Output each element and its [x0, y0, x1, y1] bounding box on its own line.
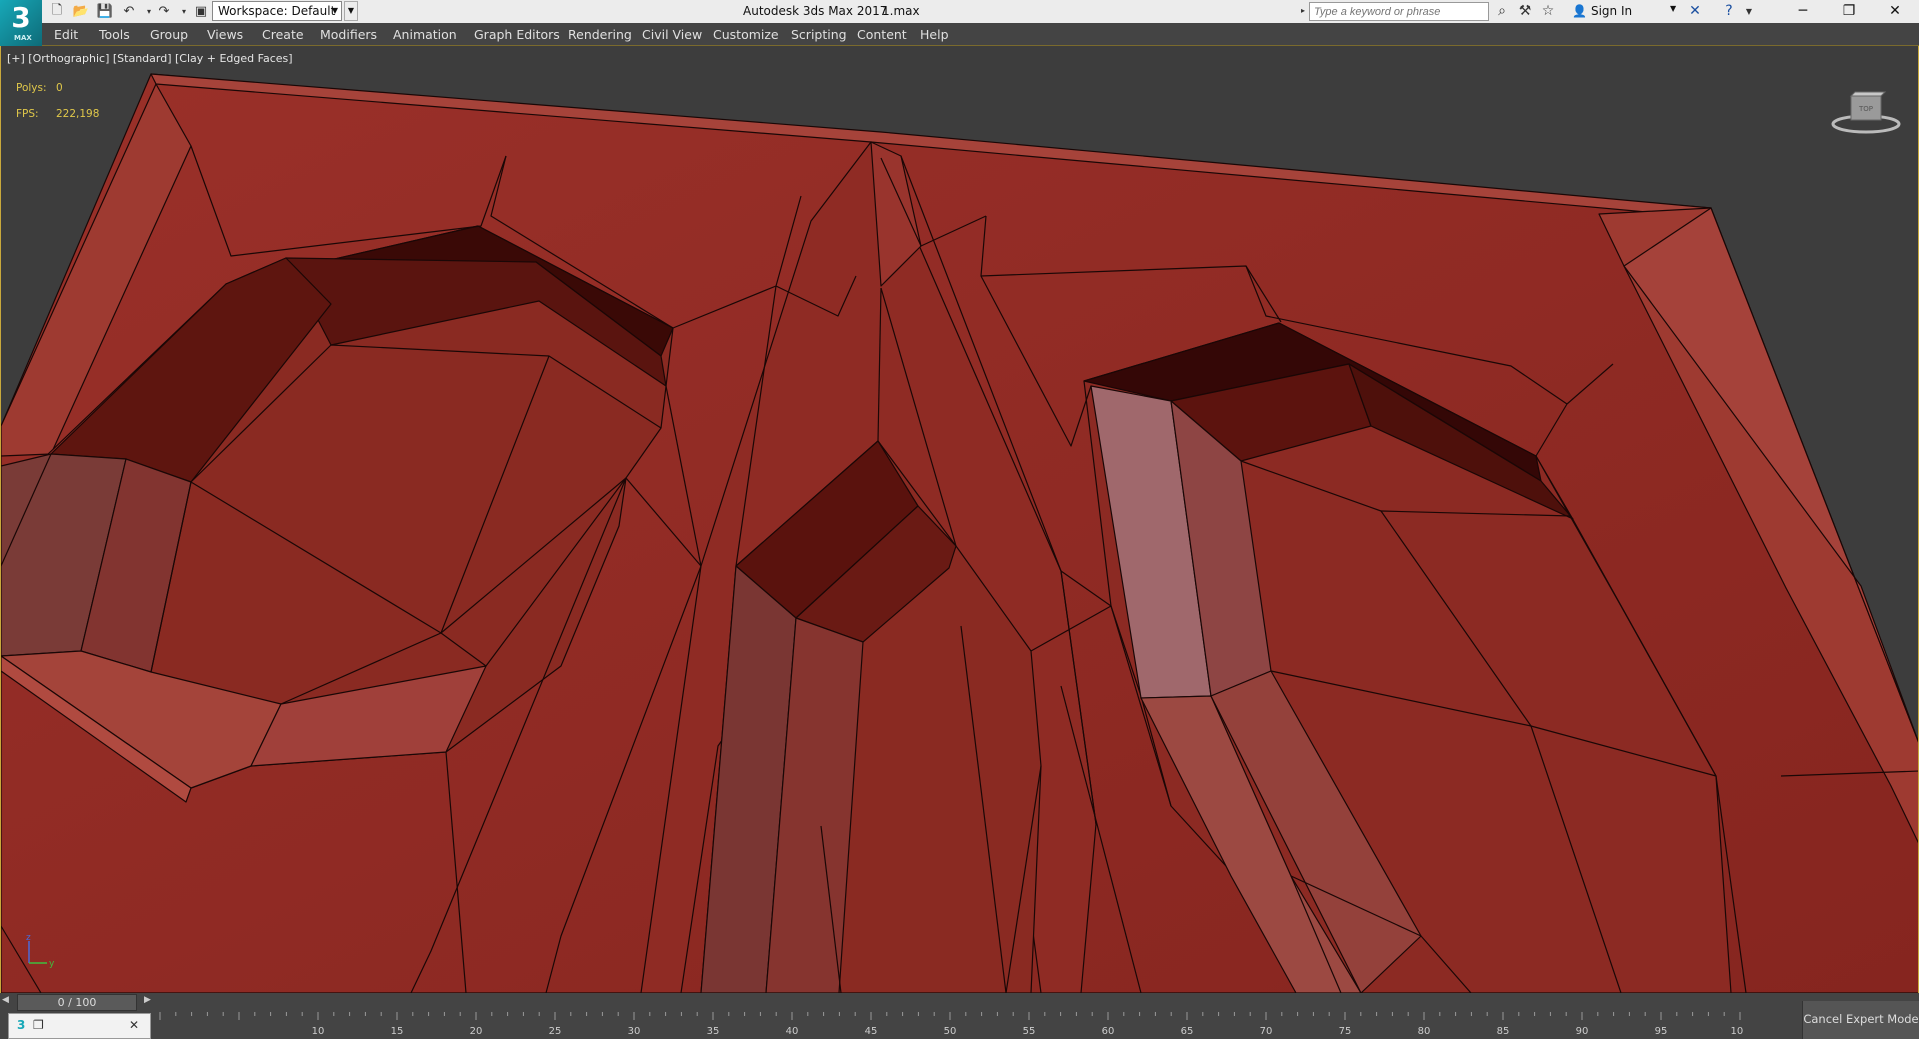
- perspective-viewport[interactable]: [+] [Orthographic] [Standard] [Clay + Ed…: [0, 46, 1919, 993]
- sign-in-dropdown-icon[interactable]: ▼: [1670, 4, 1676, 13]
- axis-y-label: y: [49, 959, 55, 969]
- menu-help[interactable]: Help: [920, 27, 949, 42]
- favorites-star-icon[interactable]: ☆: [1539, 3, 1557, 20]
- redo-dropdown-icon[interactable]: ▾: [175, 3, 193, 20]
- ruler-tick-label: 40: [786, 1026, 799, 1037]
- menu-views[interactable]: Views: [207, 27, 243, 42]
- close-thumbnail-icon[interactable]: ✕: [129, 1018, 139, 1032]
- menu-content[interactable]: Content: [857, 27, 907, 42]
- file-name: 1.max: [882, 4, 920, 18]
- axis-z-label: z: [26, 933, 31, 943]
- menu-group[interactable]: Group: [150, 27, 188, 42]
- time-slider-next-icon[interactable]: ▶: [144, 995, 158, 1009]
- close-button[interactable]: ✕: [1872, 0, 1918, 23]
- time-slider-bar: ◀ 0 / 100 ▶: [0, 993, 1919, 1012]
- menu-create[interactable]: Create: [262, 27, 304, 42]
- menu-bar: Edit Tools Group Views Create Modifiers …: [0, 23, 1919, 46]
- menu-animation[interactable]: Animation: [393, 27, 457, 42]
- ruler-tick-label: 30: [628, 1026, 641, 1037]
- ruler-tick-label: 15: [391, 1026, 404, 1037]
- ruler-tick-label: 10: [312, 1026, 325, 1037]
- clay-mesh: [1, 73, 1918, 993]
- ruler-tick-label: 90: [1576, 1026, 1589, 1037]
- app-logo[interactable]: 3 MAX: [0, 0, 42, 46]
- ruler-tick-label: 35: [707, 1026, 720, 1037]
- polys-value: 0: [56, 82, 63, 94]
- exchange-apps-icon[interactable]: ✕: [1686, 3, 1704, 20]
- workspace-more-button[interactable]: ▼: [344, 1, 358, 21]
- time-slider-prev-icon[interactable]: ◀: [2, 995, 16, 1009]
- menu-modifiers[interactable]: Modifiers: [320, 27, 377, 42]
- ruler-tick-label: 80: [1418, 1026, 1431, 1037]
- help-dropdown-icon[interactable]: ▼: [1740, 3, 1758, 20]
- ruler-tick-label: 70: [1260, 1026, 1273, 1037]
- search-expand-icon[interactable]: ▸: [1298, 2, 1308, 20]
- ruler-tick-label: 55: [1023, 1026, 1036, 1037]
- fps-value: 222,198: [56, 108, 100, 120]
- minimize-button[interactable]: ─: [1780, 0, 1826, 23]
- menu-tools[interactable]: Tools: [99, 27, 130, 42]
- viewcube[interactable]: TOP: [1831, 86, 1901, 136]
- timeline-ruler[interactable]: 10 15 20 25 30 35 40 45 50 55 60 65 70 75 80 85 90 95 100: [153, 1012, 1743, 1039]
- ruler-tick-label: 50: [944, 1026, 957, 1037]
- title-bar: 3 MAX 🗋 📂 💾 ↶ ▾ ↷ ▾ ▣ Workspace: Default ▼…: [0, 0, 1919, 46]
- menu-civil-view[interactable]: Civil View: [642, 27, 702, 42]
- new-file-icon[interactable]: 🗋: [48, 3, 66, 20]
- app-title: Autodesk 3ds Max 2017: [743, 4, 888, 18]
- polys-label: Polys:: [16, 82, 47, 94]
- workspace-dropdown[interactable]: Workspace: Default ▼: [212, 1, 342, 21]
- binoculars-icon[interactable]: ⌕: [1493, 3, 1511, 20]
- cancel-expert-mode-button[interactable]: Cancel Expert Mode: [1802, 1001, 1919, 1039]
- taskbar-thumbnail[interactable]: 3 ❐ ✕: [8, 1013, 151, 1039]
- fps-label: FPS:: [16, 108, 39, 120]
- time-slider-handle[interactable]: 0 / 100: [17, 994, 137, 1011]
- ruler-tick-label: 60: [1102, 1026, 1115, 1037]
- user-icon: 👤: [1572, 4, 1587, 18]
- menu-graph-editors[interactable]: Graph Editors: [474, 27, 560, 42]
- save-icon[interactable]: 💾: [96, 3, 114, 20]
- menu-rendering[interactable]: Rendering: [568, 27, 632, 42]
- ruler-tick-label: 95: [1655, 1026, 1668, 1037]
- chevron-down-icon: ▼: [331, 6, 338, 15]
- ruler-tick-label: 100: [1730, 1026, 1743, 1037]
- viewcube-face-label: TOP: [1858, 105, 1873, 113]
- communication-center-icon[interactable]: ⚒: [1516, 3, 1534, 20]
- ruler-tick-label: 85: [1497, 1026, 1510, 1037]
- viewport-label[interactable]: [+] [Orthographic] [Standard] [Clay + Ed…: [7, 52, 293, 65]
- redo-icon[interactable]: ↷: [155, 3, 173, 20]
- menu-edit[interactable]: Edit: [54, 27, 78, 42]
- menu-customize[interactable]: Customize: [713, 27, 779, 42]
- search-input[interactable]: [1309, 2, 1489, 21]
- project-folder-icon[interactable]: ▣: [192, 3, 210, 20]
- sign-in-button[interactable]: 👤 Sign In: [1572, 4, 1632, 18]
- ruler-tick-label: 75: [1339, 1026, 1352, 1037]
- axis-tripod: z y: [21, 931, 61, 971]
- ruler-tick-label: 65: [1181, 1026, 1194, 1037]
- open-file-icon[interactable]: 📂: [72, 3, 90, 20]
- menu-scripting[interactable]: Scripting: [791, 27, 847, 42]
- ruler-tick-label: 20: [470, 1026, 483, 1037]
- restore-button[interactable]: ❐: [1826, 0, 1872, 23]
- undo-icon[interactable]: ↶: [120, 3, 138, 20]
- app-thumbnail-icon: 3: [17, 1018, 26, 1032]
- ruler-tick-label: 45: [865, 1026, 878, 1037]
- ruler-tick-label: 25: [549, 1026, 562, 1037]
- restore-thumbnail-icon[interactable]: ❐: [33, 1018, 44, 1032]
- help-icon[interactable]: ?: [1720, 3, 1738, 20]
